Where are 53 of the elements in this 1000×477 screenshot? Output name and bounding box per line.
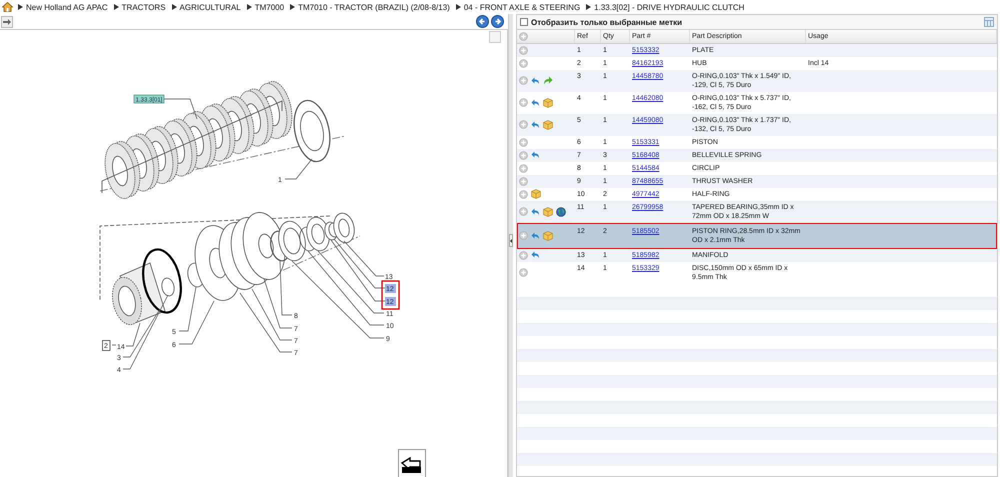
scroll-button[interactable] — [489, 31, 501, 43]
breadcrumb-arrow-icon — [114, 4, 119, 10]
add-icon[interactable] — [519, 120, 528, 129]
filter-checkbox[interactable] — [520, 18, 528, 26]
breadcrumb-link[interactable]: TM7000 — [254, 2, 284, 12]
curved-arrow-icon[interactable] — [531, 120, 540, 128]
curved-arrow-icon[interactable] — [531, 232, 540, 240]
package-icon[interactable] — [543, 230, 553, 240]
leader-line — [112, 344, 116, 346]
add-icon[interactable] — [519, 250, 528, 260]
filter-label: Отобразить только выбранные метки — [531, 18, 682, 26]
back-icon[interactable] — [476, 15, 489, 28]
breadcrumb-arrow-icon — [18, 4, 23, 10]
add-icon[interactable] — [519, 268, 528, 277]
package-icon[interactable] — [531, 189, 541, 199]
package-icon[interactable] — [543, 120, 553, 130]
add-icon[interactable] — [519, 58, 528, 68]
breadcrumb-link[interactable]: AGRICULTURAL — [180, 2, 241, 12]
curved-arrow-icon[interactable] — [531, 98, 540, 106]
add-icon[interactable] — [519, 76, 528, 85]
add-icon[interactable] — [519, 150, 528, 160]
add-icon[interactable] — [519, 98, 528, 107]
table-icon[interactable] — [984, 17, 994, 27]
breadcrumb-arrow-icon — [456, 4, 461, 10]
curved-arrow-icon[interactable] — [531, 251, 540, 259]
add-icon[interactable] — [519, 32, 528, 41]
export-button[interactable] — [398, 449, 426, 477]
package-icon[interactable] — [543, 98, 553, 108]
add-icon[interactable] — [519, 164, 528, 172]
add-icon[interactable] — [519, 46, 528, 54]
leader-line — [284, 158, 312, 180]
forward-icon[interactable] — [491, 15, 504, 28]
breadcrumb-link[interactable]: New Holland AG APAC — [26, 2, 108, 12]
add-icon[interactable] — [519, 190, 528, 198]
add-icon[interactable] — [519, 207, 528, 216]
selection-frame — [381, 280, 400, 310]
leader-line — [164, 98, 198, 120]
add-icon[interactable] — [519, 231, 528, 240]
breadcrumb-link[interactable]: 1.33.3[02] - DRIVE HYDRAULIC CLUTCH — [594, 2, 744, 12]
arrow-button[interactable] — [1, 16, 13, 28]
curved-arrow-icon[interactable] — [531, 151, 540, 159]
breadcrumb-arrow-icon — [172, 4, 177, 10]
breadcrumb-arrow-icon — [290, 4, 296, 10]
breadcrumb-link[interactable]: TM7010 - TRACTOR (BRAZIL) (2/08-8/13) — [298, 2, 450, 12]
breadcrumb-arrow-icon — [246, 4, 252, 10]
collapse-handle[interactable] — [509, 234, 513, 247]
curved-arrow-icon[interactable] — [531, 208, 540, 216]
add-icon[interactable] — [519, 176, 528, 186]
add-icon[interactable] — [519, 138, 528, 146]
breadcrumb-link[interactable]: TRACTORS — [122, 2, 166, 12]
globe-icon[interactable] — [556, 206, 566, 216]
breadcrumb-link[interactable]: 04 - FRONT AXLE & STEERING — [464, 2, 580, 12]
home-icon[interactable] — [2, 2, 13, 12]
